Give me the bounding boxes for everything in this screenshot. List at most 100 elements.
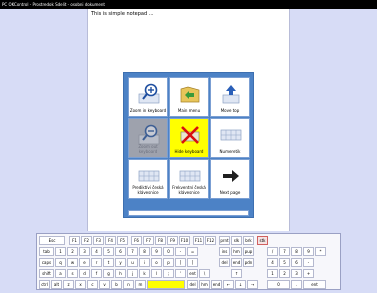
tile-next-page[interactable]: Next page (210, 159, 250, 199)
key-slash[interactable]: / (267, 247, 278, 256)
key-f1[interactable]: F1 (69, 236, 80, 245)
key-up-arrow[interactable]: ↑ (231, 269, 242, 278)
key-minus[interactable]: - (303, 258, 314, 267)
key-4[interactable]: 4 (267, 258, 278, 267)
key-f9[interactable]: F9 (167, 236, 178, 245)
key-7[interactable]: 7 (127, 247, 138, 256)
key-9[interactable]: 9 (303, 247, 314, 256)
key-8[interactable]: 8 (139, 247, 150, 256)
tile-zoom-in-keyboard[interactable]: Zoom in keyboard (128, 77, 168, 117)
key-f8[interactable]: F8 (155, 236, 166, 245)
key-caps[interactable]: caps (39, 258, 54, 267)
tile-zoom-out-keyboard[interactable]: Zoom out keyboard (128, 118, 168, 158)
key-brk[interactable]: brk (243, 236, 254, 245)
tile-predictive-keyboard[interactable]: Prediktívi česká klávesnice (128, 159, 168, 199)
key-3[interactable]: 3 (79, 247, 90, 256)
key-plus[interactable]: + (303, 269, 314, 278)
key-end[interactable]: end (211, 280, 222, 289)
key-space[interactable] (147, 280, 185, 289)
key-0[interactable]: 0 (267, 280, 290, 289)
key-ent[interactable]: ent (187, 269, 198, 278)
key-p[interactable]: p (163, 258, 174, 267)
key-f2[interactable]: F2 (81, 236, 92, 245)
key-2[interactable]: 2 (67, 247, 78, 256)
key-ent[interactable]: ent (303, 280, 326, 289)
tile-numeric[interactable]: Numeretik (210, 118, 250, 158)
key-c[interactable]: c (87, 280, 98, 289)
key-x[interactable]: x (75, 280, 86, 289)
key-del[interactable]: del (219, 258, 230, 267)
key-left-arrow[interactable]: ← (223, 280, 234, 289)
key-s[interactable]: s (67, 269, 78, 278)
key-n[interactable]: n (123, 280, 134, 289)
key-k[interactable]: k (139, 269, 150, 278)
key-pdn[interactable]: pdn (243, 258, 254, 267)
key-z[interactable]: z (63, 280, 74, 289)
key-ins[interactable]: ins (219, 247, 230, 256)
key-hm[interactable]: hm (199, 280, 210, 289)
key-f4[interactable]: F4 (105, 236, 116, 245)
tile-main-menu[interactable]: Main menu (169, 77, 209, 117)
key-7[interactable]: 7 (279, 247, 290, 256)
key-close-bracket[interactable]: ] (187, 258, 198, 267)
key-6[interactable]: 6 (115, 247, 126, 256)
key-y[interactable]: y (115, 258, 126, 267)
key-9[interactable]: 9 (151, 247, 162, 256)
key-down-arrow[interactable]: ↓ (235, 280, 246, 289)
key-4[interactable]: 4 (91, 247, 102, 256)
key-period[interactable]: . (291, 280, 302, 289)
key-backslash[interactable]: \ (199, 269, 210, 278)
key-6[interactable]: 6 (291, 258, 302, 267)
key-0[interactable]: 0 (163, 247, 174, 256)
key-hm[interactable]: hm (231, 247, 242, 256)
key-f3[interactable]: F3 (93, 236, 104, 245)
key-quote[interactable]: ' (175, 269, 186, 278)
key-8[interactable]: 8 (291, 247, 302, 256)
key-j[interactable]: j (127, 269, 138, 278)
key-tab[interactable]: tab (39, 247, 54, 256)
key-1[interactable]: 1 (55, 247, 66, 256)
tile-move-top[interactable]: Move top (210, 77, 250, 117)
key-w[interactable]: w (67, 258, 78, 267)
key-esc[interactable]: Esc (39, 236, 65, 245)
key-f6[interactable]: F6 (131, 236, 142, 245)
key-l[interactable]: l (151, 269, 162, 278)
key-g[interactable]: g (103, 269, 114, 278)
key-asterisk[interactable]: * (315, 247, 326, 256)
key-semicolon[interactable]: ; (163, 269, 174, 278)
key-open-bracket[interactable]: [ (175, 258, 186, 267)
key-stk[interactable]: stk (257, 236, 268, 245)
key-del[interactable]: del (187, 280, 198, 289)
key-o[interactable]: o (151, 258, 162, 267)
key-alt[interactable]: alt (51, 280, 62, 289)
key-e[interactable]: e (79, 258, 90, 267)
key-t[interactable]: t (103, 258, 114, 267)
key-a[interactable]: a (55, 269, 66, 278)
key-minus[interactable]: - (175, 247, 186, 256)
key-m[interactable]: m (135, 280, 146, 289)
key-f10[interactable]: F10 (179, 236, 190, 245)
key-5[interactable]: 5 (103, 247, 114, 256)
key-1[interactable]: 1 (267, 269, 278, 278)
key-f12[interactable]: F12 (205, 236, 216, 245)
key-shift[interactable]: shift (39, 269, 54, 278)
key-f[interactable]: f (91, 269, 102, 278)
key-v[interactable]: v (99, 280, 110, 289)
tile-hide-keyboard[interactable]: Hide keyboard (169, 118, 209, 158)
key-ctrl[interactable]: ctrl (39, 280, 50, 289)
key-u[interactable]: u (127, 258, 138, 267)
key-i[interactable]: i (139, 258, 150, 267)
tile-scrollbar[interactable] (128, 210, 249, 216)
key-f5[interactable]: F5 (117, 236, 128, 245)
key-3[interactable]: 3 (291, 269, 302, 278)
key-d[interactable]: d (79, 269, 90, 278)
key-right-arrow[interactable]: → (247, 280, 258, 289)
key-f11[interactable]: F11 (193, 236, 204, 245)
key-2[interactable]: 2 (279, 269, 290, 278)
key-h[interactable]: h (115, 269, 126, 278)
tile-frequency-keyboard[interactable]: Frekventní česká klávesnice (169, 159, 209, 199)
key-end[interactable]: end (231, 258, 242, 267)
key-equals[interactable]: = (187, 247, 198, 256)
key-q[interactable]: q (55, 258, 66, 267)
key-5[interactable]: 5 (279, 258, 290, 267)
